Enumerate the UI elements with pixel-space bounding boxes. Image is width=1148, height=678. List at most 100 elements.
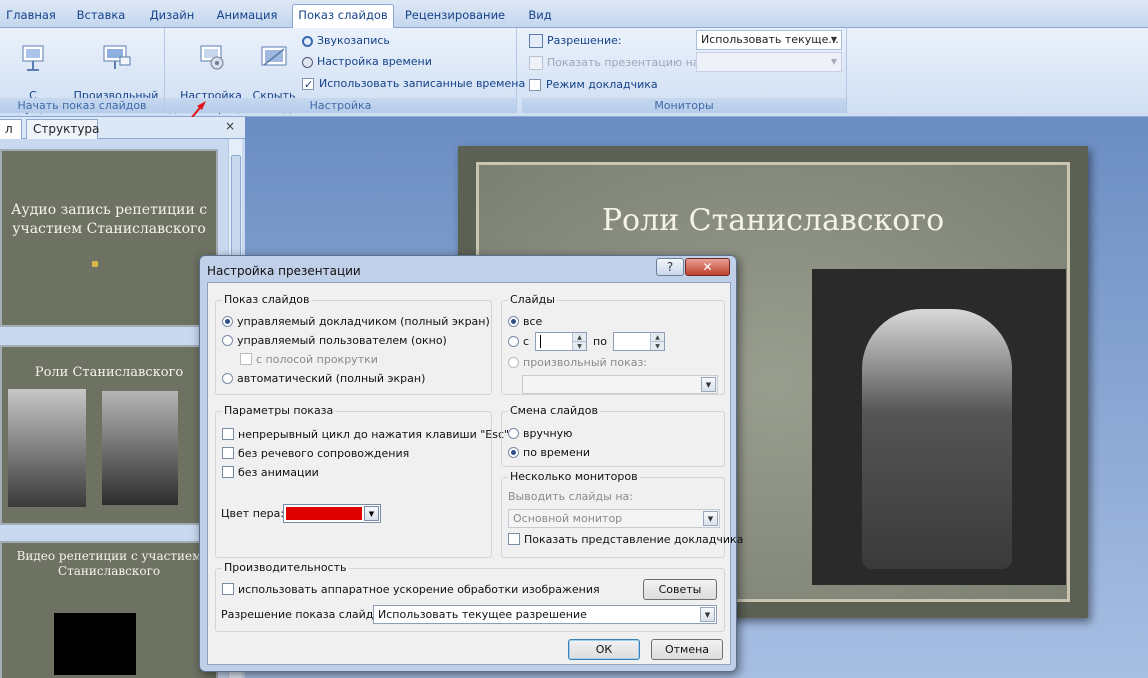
timer-icon — [302, 56, 313, 68]
video-placeholder — [54, 613, 136, 675]
thumb-title: Видео репетиции с участием Станиславског… — [16, 549, 202, 578]
rehearse-timings-button[interactable]: Настройка времени — [302, 53, 432, 71]
help-button[interactable]: ? — [656, 258, 684, 276]
ribbon: С текущего слайда Произвольный показ ▼ Н… — [0, 28, 1148, 128]
checkbox-loop[interactable]: непрерывный цикл до нажатия клавиши "Esc… — [222, 427, 509, 443]
slide-thumbnail-roles[interactable]: Роли Станиславского — [0, 345, 218, 525]
checkbox-scrollbar-label: с полосой прокрутки — [256, 353, 378, 366]
text-caret — [540, 335, 541, 348]
record-icon — [302, 35, 313, 47]
cancel-button[interactable]: Отмена — [651, 639, 723, 660]
tab-review[interactable]: Рецензирование — [402, 5, 508, 27]
radio-from-label: с — [523, 335, 530, 348]
close-button[interactable]: ✕ — [685, 258, 730, 276]
show-resolution-value: Использовать текущее разрешение — [378, 608, 587, 621]
tab-animation[interactable]: Анимация — [210, 5, 284, 27]
close-icon[interactable]: × — [225, 119, 235, 133]
checkbox-hw-accel-label: использовать аппаратное ускорение обрабо… — [238, 583, 600, 596]
show-resolution-select[interactable]: Использовать текущее разрешение ▼ — [373, 605, 717, 624]
checkbox-no-animation-label: без анимации — [238, 466, 319, 479]
tab-view[interactable]: Вид — [518, 5, 562, 27]
tab-outline[interactable]: Структура — [26, 119, 99, 139]
display-on-value: Основной монитор — [513, 512, 623, 525]
slides-legend: Слайды — [508, 293, 557, 306]
to-slide-spinner[interactable]: ▲ ▼ — [613, 332, 665, 351]
use-timings-checkbox[interactable]: Использовать записанные времена — [302, 75, 526, 94]
checkbox-loop-label: непрерывный цикл до нажатия клавиши "Esc… — [238, 428, 510, 441]
presenter-view-label: Режим докладчика — [546, 78, 658, 91]
radio-browsed[interactable]: управляемый пользователем (окно) — [222, 333, 447, 349]
tab-design[interactable]: Дизайн — [142, 5, 202, 27]
group-label-monitors: Мониторы — [522, 98, 846, 113]
radio-custom-show[interactable]: произвольный показ: — [508, 355, 647, 371]
display-on-select[interactable]: Основной монитор ▼ — [508, 509, 720, 528]
group-performance: Производительность использовать аппаратн… — [215, 561, 725, 632]
ok-button[interactable]: ОК — [568, 639, 640, 660]
chevron-down-icon: ▼ — [701, 377, 716, 392]
chevron-down-icon: ▼ — [703, 511, 718, 526]
tips-button[interactable]: Советы — [643, 579, 717, 600]
tab-insert[interactable]: Вставка — [68, 5, 134, 27]
to-label: по — [593, 335, 607, 348]
checkbox-no-animation[interactable]: без анимации — [222, 465, 319, 481]
radio-custom-label: произвольный показ: — [523, 356, 648, 369]
checkbox-hw-accel[interactable]: использовать аппаратное ускорение обрабо… — [222, 582, 600, 598]
tab-slides[interactable]: л — [0, 119, 22, 139]
presenter-view-checkbox[interactable]: Режим докладчика — [529, 76, 658, 94]
panel-tabs: л Структура × — [0, 117, 245, 139]
group-multiple-monitors: Несколько мониторов Выводить слайды на: … — [501, 470, 743, 558]
checkbox-no-narration-label: без речевого сопровождения — [238, 447, 410, 460]
group-monitors: Разрешение: Использовать текуще... ▼ Пок… — [522, 28, 847, 113]
radio-manual[interactable]: вручную — [508, 426, 572, 442]
checkbox-presenter-view[interactable]: Показать представление докладчика — [508, 532, 743, 548]
from-current-slide-button[interactable]: С текущего слайда — [2, 30, 64, 128]
resolution-label-row: Разрешение: — [529, 32, 622, 50]
show-type-legend: Показ слайдов — [222, 293, 312, 306]
radio-kiosk[interactable]: автоматический (полный экран) — [222, 371, 425, 387]
radio-all-label: все — [523, 315, 543, 328]
tab-home[interactable]: Главная — [0, 5, 62, 27]
group-label-setup: Настройка — [165, 98, 516, 113]
display-on-label: Выводить слайды на: — [508, 490, 633, 503]
radio-kiosk-label: автоматический (полный экран) — [237, 372, 426, 385]
pen-color-picker[interactable]: ▼ — [283, 504, 381, 523]
dialog-body: Показ слайдов управляемый докладчиком (п… — [207, 282, 743, 665]
group-show-options: Параметры показа непрерывный цикл до наж… — [215, 404, 509, 558]
rehearse-timings-label: Настройка времени — [317, 55, 432, 68]
radio-manual-label: вручную — [523, 427, 573, 440]
chevron-down-icon: ▼ — [700, 607, 715, 622]
radio-timings[interactable]: по времени — [508, 445, 590, 461]
custom-show-select[interactable]: ▼ — [522, 375, 718, 394]
checkbox-icon — [508, 533, 520, 545]
show-on-label-row: Показать презентацию на: — [529, 54, 703, 72]
slide-thumbnail-audio[interactable]: Аудио запись репетиции с участием Станис… — [0, 149, 218, 327]
custom-show-icon — [103, 45, 131, 69]
advance-legend: Смена слайдов — [508, 404, 600, 417]
slide-thumbnail-video[interactable]: Видео репетиции с участием Станиславског… — [0, 541, 218, 678]
spin-down-icon[interactable]: ▼ — [572, 341, 586, 350]
slide-title[interactable]: Роли Станиславского — [479, 203, 1067, 238]
spin-down-icon[interactable]: ▼ — [650, 341, 664, 350]
resolution-combo[interactable]: Использовать текуще... ▼ — [696, 30, 842, 50]
radio-all-slides[interactable]: все — [508, 314, 542, 330]
checkbox-icon — [222, 447, 234, 459]
checkbox-no-narration[interactable]: без речевого сопровождения — [222, 446, 409, 462]
ribbon-tab-bar: Главная Вставка Дизайн Анимация Показ сл… — [0, 0, 1148, 28]
group-label-start: Начать показ слайдов — [0, 98, 164, 113]
radio-on-icon — [222, 315, 233, 327]
radio-off-icon — [222, 334, 233, 346]
radio-on-icon — [508, 315, 519, 327]
setup-show-icon — [200, 45, 224, 70]
checkbox-scrollbar[interactable]: с полосой прокрутки — [240, 352, 378, 368]
radio-off-icon — [508, 356, 519, 368]
radio-from[interactable]: с — [508, 334, 529, 350]
show-on-combo[interactable]: ▼ — [696, 52, 842, 72]
slide-photo[interactable] — [812, 269, 1066, 585]
use-timings-label: Использовать записанные времена — [319, 77, 526, 90]
tab-slide-show[interactable]: Показ слайдов — [292, 4, 394, 28]
show-resolution-label: Разрешение показа слайдов: — [221, 608, 391, 621]
radio-off-icon — [222, 372, 233, 384]
radio-presenter[interactable]: управляемый докладчиком (полный экран) — [222, 314, 490, 330]
from-slide-spinner[interactable]: ▲ ▼ — [535, 332, 587, 351]
record-narration-button[interactable]: Звукозапись — [302, 32, 390, 50]
